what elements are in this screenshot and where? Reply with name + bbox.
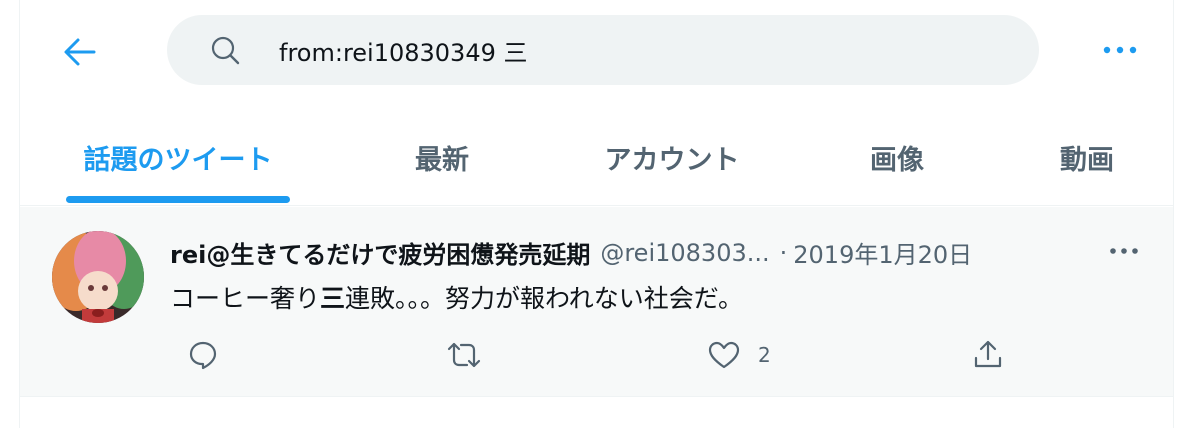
reply-button[interactable] xyxy=(188,335,218,375)
search-icon xyxy=(205,30,245,70)
more-options-button[interactable] xyxy=(1096,30,1144,70)
retweet-button[interactable] xyxy=(446,335,482,375)
tab-photos[interactable]: 画像 xyxy=(840,110,954,205)
tweet-text: コーヒー奢り三連敗。。。努力が報われない社会だ。 xyxy=(170,279,743,315)
retweet-icon xyxy=(447,342,481,368)
tweet-text-end: 連敗。。。努力が報われない社会だ。 xyxy=(345,284,744,313)
back-button[interactable] xyxy=(56,28,104,76)
tab-top[interactable]: 話題のツイート xyxy=(66,110,290,205)
avatar[interactable] xyxy=(52,231,144,323)
search-header xyxy=(20,0,1173,110)
tweet-more-button[interactable] xyxy=(1104,235,1144,267)
tab-people-label: アカウント xyxy=(604,145,740,176)
active-tab-indicator xyxy=(66,196,290,203)
user-handle[interactable]: @rei108303... xyxy=(600,239,769,267)
reply-icon xyxy=(189,341,217,370)
tab-top-label: 話題のツイート xyxy=(83,145,273,176)
tweet-actions: 2 xyxy=(170,335,1030,375)
tab-videos[interactable]: 動画 xyxy=(1030,110,1144,205)
search-bar[interactable] xyxy=(167,15,1039,85)
share-button[interactable] xyxy=(972,335,1004,375)
timeline-column: 話題のツイート 最新 アカウント 画像 動画 xyxy=(19,0,1174,428)
tweet-date[interactable]: 2019年1月20日 xyxy=(793,235,972,270)
share-icon xyxy=(974,340,1002,368)
tab-people[interactable]: アカウント xyxy=(580,110,764,205)
more-icon xyxy=(1103,46,1137,54)
display-name[interactable]: rei@生きてるだけで疲労困憊発売延期 xyxy=(170,235,590,270)
more-icon xyxy=(1110,248,1138,254)
like-button[interactable]: 2 xyxy=(708,335,771,375)
search-input[interactable] xyxy=(277,35,981,65)
tweet-text-start: コーヒー奢り xyxy=(170,284,321,313)
back-arrow-icon xyxy=(64,38,96,66)
tab-photos-label: 画像 xyxy=(870,145,924,176)
tweet-header: rei@生きてるだけで疲労困憊発売延期 @rei108303... · 2019… xyxy=(170,235,972,270)
header-separator: · xyxy=(779,238,788,267)
like-icon xyxy=(708,341,740,369)
tab-latest[interactable]: 最新 xyxy=(380,110,504,205)
like-count: 2 xyxy=(758,343,771,367)
search-tabs: 話題のツイート 最新 アカウント 画像 動画 xyxy=(20,110,1173,206)
tab-videos-label: 動画 xyxy=(1060,145,1114,176)
search-term-highlight: 三 xyxy=(320,284,346,313)
tab-latest-label: 最新 xyxy=(415,145,469,176)
tweet-card[interactable]: rei@生きてるだけで疲労困憊発売延期 @rei108303... · 2019… xyxy=(20,207,1173,397)
